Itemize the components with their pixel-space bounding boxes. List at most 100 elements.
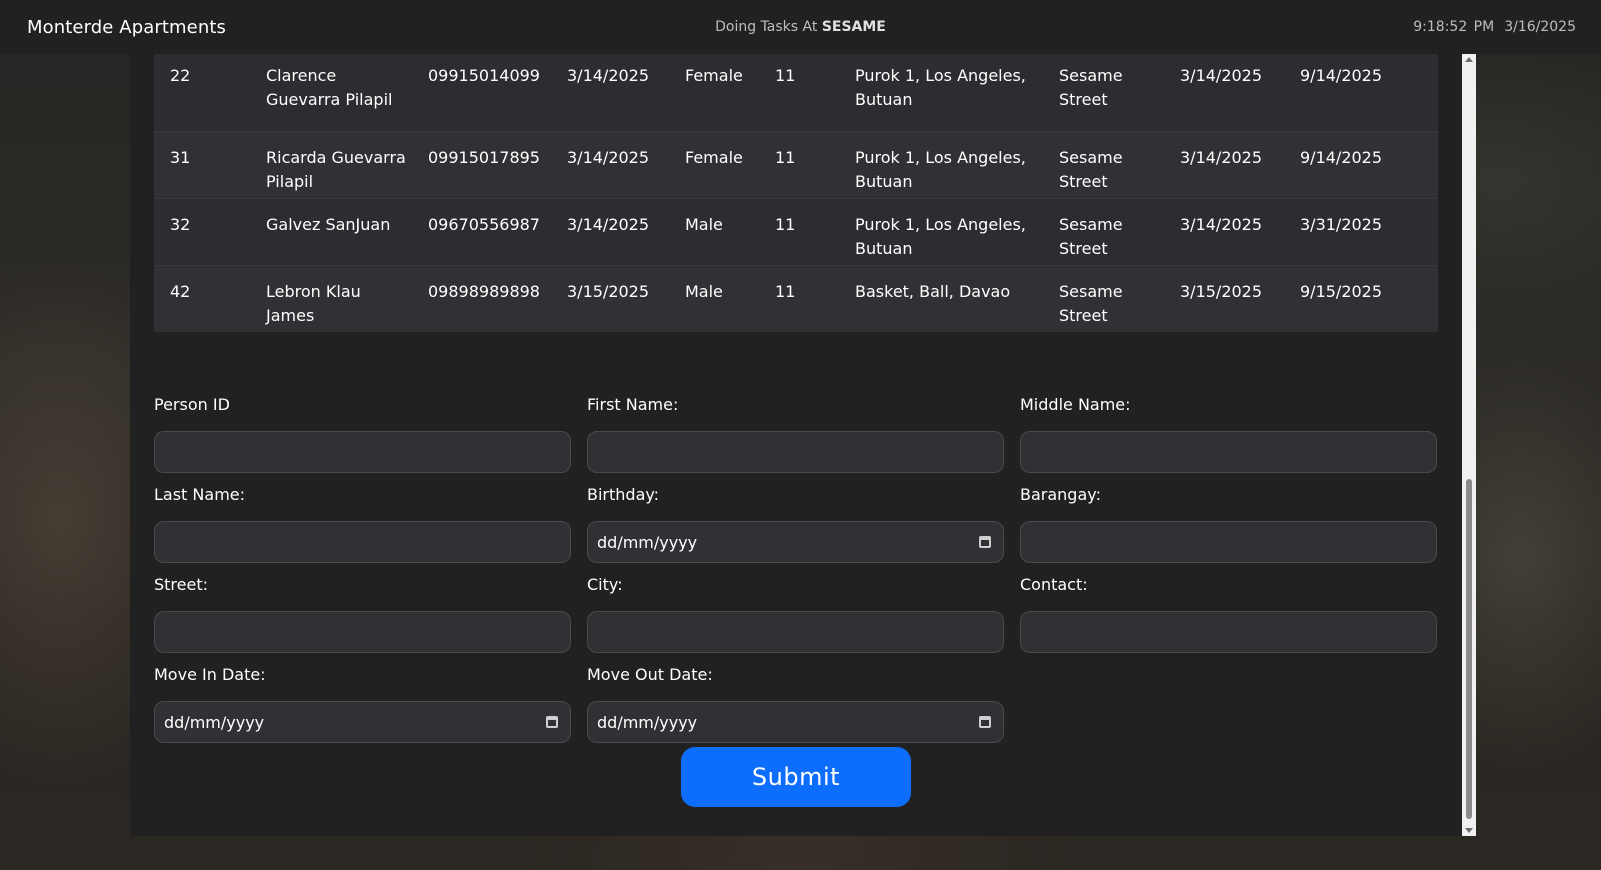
clock-date: 3/16/2025 [1504,19,1576,35]
cell-unit: 11 [775,147,796,167]
cell-unit: 11 [775,214,796,234]
cell-id: 42 [170,281,191,301]
cell-contact: 09670556987 [428,214,540,234]
cell-move-out: 9/14/2025 [1300,66,1383,85]
birthday-label: Birthday: [587,485,660,504]
contact-label: Contact: [1020,575,1088,594]
last-name-field: Last Name: [154,479,571,569]
task-prefix: Doing Tasks At [715,19,818,35]
cell-name: Galvez SanJuan [266,214,391,234]
app-title: Monterde Apartments [27,16,226,38]
contact-field: Contact: [1020,569,1437,659]
move-in-value: dd/mm/yyyy [164,712,265,732]
cell-contact: 09915017895 [428,147,540,167]
middle-name-field: Middle Name: [1020,389,1437,479]
cell-birthday: 3/14/2025 [567,66,650,85]
table-row[interactable]: 32 Galvez SanJuan 09670556987 3/14/2025 Male… [154,198,1438,265]
contact-input[interactable] [1020,611,1437,653]
app-header: Monterde Apartments Doing Tasks At SESAM… [0,0,1601,54]
cell-move-in: 3/14/2025 [1180,214,1263,234]
calendar-icon[interactable] [979,536,991,548]
move-out-label: Move Out Date: [587,665,713,684]
cell-birthday: 3/14/2025 [567,147,650,167]
move-in-input[interactable]: dd/mm/yyyy [154,701,571,743]
first-name-field: First Name: [587,389,1004,479]
cell-birthday: 3/15/2025 [567,281,650,301]
cell-move-in: 3/14/2025 [1180,147,1263,167]
barangay-input[interactable] [1020,521,1437,563]
move-out-input[interactable]: dd/mm/yyyy [587,701,1004,743]
records-table: 22 Clarence Guevarra Pilapil 09915014099 3/… [154,54,1438,332]
main-panel: 22 Clarence Guevarra Pilapil 09915014099 3/… [130,54,1462,836]
street-field: Street: [154,569,571,659]
cell-gender: Female [685,66,743,85]
cell-address: Purok 1, Los Angeles, Butuan [855,66,1026,109]
submit-button[interactable]: Submit [681,747,911,807]
move-out-field: Move Out Date: dd/mm/yyyy [587,659,1004,749]
cell-id: 22 [170,66,191,85]
last-name-input[interactable] [154,521,571,563]
scroll-up-arrow-icon[interactable] [1465,57,1473,62]
move-out-value: dd/mm/yyyy [597,712,698,732]
move-in-label: Move In Date: [154,665,266,684]
cell-name: Ricarda Guevarra Pilapil [266,147,406,191]
person-id-label: Person ID [154,395,230,414]
cell-contact: 09915014099 [428,66,540,85]
cell-address: Purok 1, Los Angeles, Butuan [855,147,1026,191]
person-id-input[interactable] [154,431,571,473]
cell-unit: 11 [775,66,796,85]
barangay-field: Barangay: [1020,479,1437,569]
street-input[interactable] [154,611,571,653]
scroll-down-arrow-icon[interactable] [1465,828,1473,833]
cell-birthday: 3/14/2025 [567,214,650,234]
city-input[interactable] [587,611,1004,653]
task-status: Doing Tasks At SESAME [715,19,886,35]
cell-address: Purok 1, Los Angeles, Butuan [855,214,1026,258]
cell-move-in: 3/15/2025 [1180,281,1263,301]
cell-address: Basket, Ball, Davao [855,281,1011,301]
table-row[interactable]: 22 Clarence Guevarra Pilapil 09915014099 3/… [154,54,1438,131]
cell-street: Sesame Street [1059,147,1123,191]
calendar-icon[interactable] [546,716,558,728]
person-id-field: Person ID [154,389,571,479]
task-location: SESAME [821,19,886,35]
cell-gender: Female [685,147,743,167]
scroll-thumb[interactable] [1466,479,1472,819]
first-name-input[interactable] [587,431,1004,473]
cell-gender: Male [685,281,723,301]
middle-name-label: Middle Name: [1020,395,1131,414]
cell-id: 31 [170,147,191,167]
birthday-input[interactable]: dd/mm/yyyy [587,521,1004,563]
birthday-field: Birthday: dd/mm/yyyy [587,479,1004,569]
calendar-icon[interactable] [979,716,991,728]
birthday-value: dd/mm/yyyy [597,532,698,552]
cell-move-in: 3/14/2025 [1180,66,1263,85]
records-table-container: 22 Clarence Guevarra Pilapil 09915014099 3/… [154,54,1438,332]
table-row[interactable]: 31 Ricarda Guevarra Pilapil 09915017895 3/1… [154,131,1438,198]
cell-gender: Male [685,214,723,234]
clock: 9:18:52 PM 3/16/2025 [1413,19,1576,35]
first-name-label: First Name: [587,395,679,414]
last-name-label: Last Name: [154,485,246,504]
cell-name: Clarence Guevarra Pilapil [266,66,393,109]
move-in-field: Move In Date: dd/mm/yyyy [154,659,571,749]
table-row[interactable]: 42 Lebron Klau James 09898989898 3/15/2025 M… [154,265,1438,332]
barangay-label: Barangay: [1020,485,1101,504]
middle-name-input[interactable] [1020,431,1437,473]
scrollbar[interactable] [1462,54,1476,836]
cell-name: Lebron Klau James [266,281,361,325]
city-field: City: [587,569,1004,659]
cell-unit: 11 [775,281,796,301]
cell-street: Sesame Street [1059,66,1123,109]
cell-street: Sesame Street [1059,214,1123,258]
cell-id: 32 [170,214,191,234]
street-label: Street: [154,575,209,594]
cell-contact: 09898989898 [428,281,540,301]
cell-move-out: 3/31/2025 [1300,214,1383,234]
cell-move-out: 9/14/2025 [1300,147,1383,167]
cell-move-out: 9/15/2025 [1300,281,1383,301]
city-label: City: [587,575,623,594]
clock-time: 9:18:52 PM [1413,19,1495,35]
cell-street: Sesame Street [1059,281,1123,325]
tenant-form: Person ID First Name: Middle Name: Last … [154,389,1438,807]
